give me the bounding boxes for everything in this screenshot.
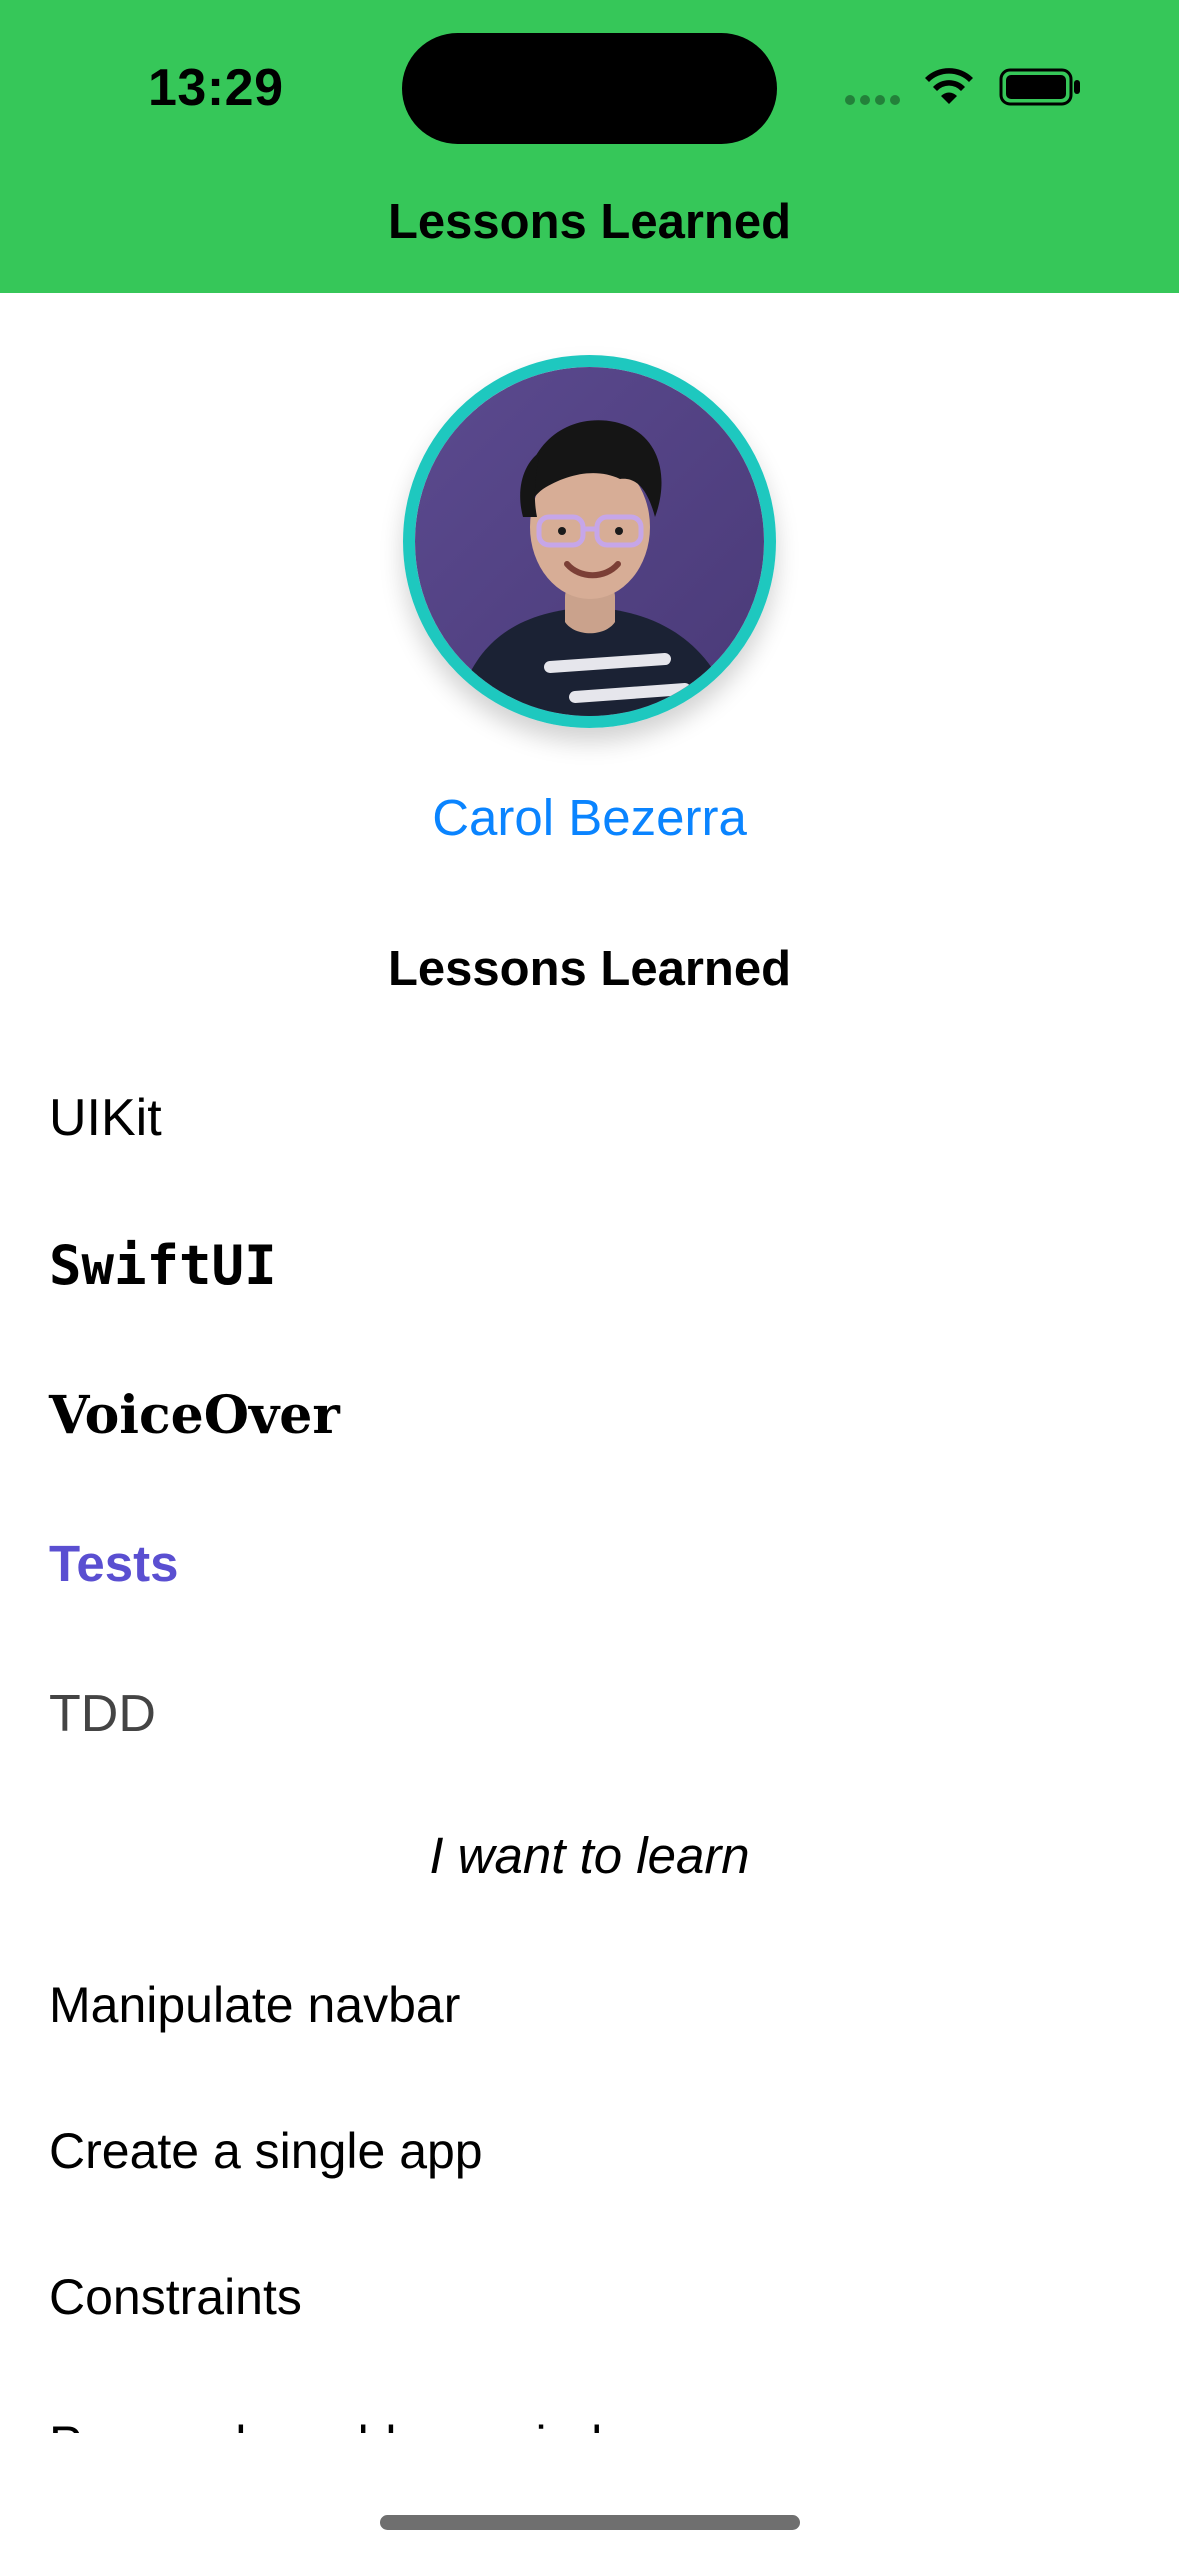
- learn-item-manipulate-navbar: Manipulate navbar: [49, 1977, 461, 2033]
- lesson-item-swiftui: SwiftUI: [49, 1234, 277, 1297]
- lesson-item-tests: Tests: [49, 1535, 179, 1592]
- lesson-item-voiceover: VoiceOver: [49, 1385, 340, 1446]
- want-to-learn-title: I want to learn: [429, 1827, 750, 1884]
- learn-item-constraints: Constraints: [49, 2269, 302, 2325]
- learn-item-create-single-app: Create a single app: [49, 2123, 483, 2179]
- screen: 13:29 Lessons Learned Carol Bezerra Less…: [0, 0, 1179, 2556]
- home-indicator[interactable]: [380, 2515, 800, 2530]
- avatar-image: [415, 367, 764, 716]
- profile-name[interactable]: Carol Bezerra: [0, 785, 1179, 851]
- content-scroll-area[interactable]: Carol Bezerra Lessons Learned UIKit Swif…: [0, 0, 1179, 2433]
- lesson-item-uikit: UIKit: [49, 1089, 162, 1147]
- learn-item-cut-off: Pensando no blog e ainda: [49, 2410, 1129, 2433]
- lesson-item-tdd: TDD: [49, 1685, 156, 1743]
- lessons-learned-title: Lessons Learned: [387, 942, 792, 996]
- avatar: [403, 355, 776, 728]
